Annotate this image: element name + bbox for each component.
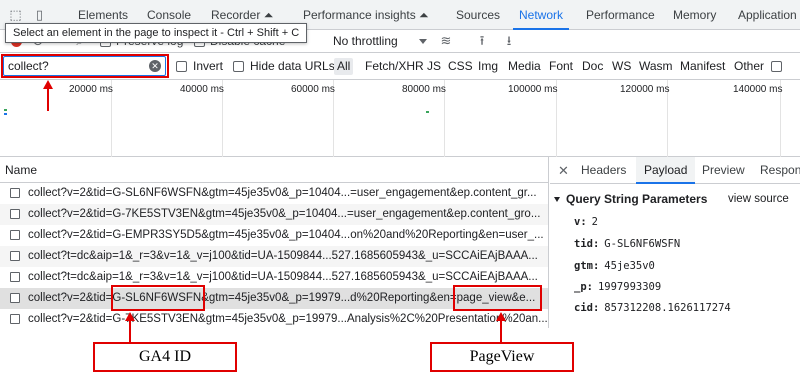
tab-sources[interactable]: Sources: [456, 0, 500, 30]
tab-performance[interactable]: Performance: [586, 0, 655, 30]
hide-data-urls-checkbox[interactable]: [233, 61, 244, 72]
tab-preview[interactable]: Preview: [702, 157, 745, 184]
network-overview-timeline[interactable]: 20000 ms 40000 ms 60000 ms 80000 ms 1000…: [0, 80, 800, 157]
arrow-up-icon: [43, 80, 53, 89]
tab-performance-insights[interactable]: Performance insights ⏶: [303, 0, 429, 30]
param-value: 45je35v0: [604, 260, 655, 272]
request-row[interactable]: collect?v=2&tid=G-7KE5STV3EN&gtm=45je35v…: [0, 204, 548, 225]
param-row: gtm: 45je35v0: [574, 260, 655, 272]
type-filter-all[interactable]: All: [334, 58, 354, 75]
section-title: Query String Parameters: [566, 192, 708, 206]
invert-checkbox[interactable]: [176, 61, 187, 72]
request-name: collect?t=dc&aip=1&_r=3&v=1&_v=j100&tid=…: [28, 250, 538, 262]
timeline-request-mark: [4, 113, 7, 115]
inspect-tooltip: Select an element in the page to inspect…: [5, 23, 308, 43]
tab-headers[interactable]: Headers: [581, 157, 626, 184]
tab-response[interactable]: Respons: [760, 157, 800, 184]
timeline-tick-label: 80000 ms: [402, 84, 446, 95]
blocked-requests-checkbox[interactable]: [771, 61, 782, 72]
throttling-select[interactable]: No throttling: [333, 30, 398, 53]
filter-highlight-box: [1, 54, 169, 78]
tab-memory[interactable]: Memory: [673, 0, 716, 30]
param-key: _p:: [574, 281, 593, 293]
request-name: collect?v=2&tid=G-7KE5STV3EN&gtm=45je35v…: [28, 313, 548, 325]
device-toolbar-icon[interactable]: ▯: [32, 7, 47, 22]
hide-data-urls-label: Hide data URLs: [250, 59, 335, 73]
param-row: _p: 1997993309: [574, 281, 661, 293]
timeline-tick-label: 140000 ms: [733, 84, 783, 95]
type-filter-wasm[interactable]: Wasm: [639, 58, 673, 75]
timeline-tick-label: 120000 ms: [620, 84, 670, 95]
request-row[interactable]: collect?v=2&tid=G-7KE5STV3EN&gtm=45je35v…: [0, 309, 548, 328]
param-row: v: 2: [574, 216, 598, 228]
chevron-down-icon[interactable]: [419, 39, 427, 44]
request-type-icon: [10, 314, 20, 324]
type-filter-doc[interactable]: Doc: [582, 58, 603, 75]
tab-payload[interactable]: Payload: [636, 157, 696, 184]
name-column-header[interactable]: Name: [0, 157, 548, 183]
param-key: cid:: [574, 302, 600, 314]
param-row: tid: G-SL6NF6WSFN: [574, 238, 680, 250]
type-filter-img[interactable]: Img: [478, 58, 498, 75]
request-type-icon: [10, 188, 20, 198]
param-key: gtm:: [574, 260, 600, 272]
type-filter-css[interactable]: CSS: [448, 58, 473, 75]
param-value: 1997993309: [597, 281, 662, 293]
pageview-callout: PageView: [430, 342, 574, 372]
devtools-panel: ⬚ ▯ Elements Console Recorder ⏶ Performa…: [0, 0, 800, 328]
request-name: collect?v=2&tid=G-EMPR3SY5D5&gtm=45je35v…: [28, 229, 544, 241]
query-string-section-header[interactable]: Query String Parameters: [554, 192, 707, 206]
ga4-id-callout: GA4 ID: [93, 342, 237, 372]
pageview-highlight-box: [453, 285, 542, 311]
network-conditions-icon[interactable]: ≋: [438, 33, 454, 49]
timeline-tick-label: 60000 ms: [291, 84, 335, 95]
timeline-request-mark: [426, 111, 429, 113]
param-key: v:: [574, 216, 587, 228]
type-filter-manifest[interactable]: Manifest: [680, 58, 725, 75]
timeline-request-mark: [4, 109, 7, 111]
request-type-icon: [10, 272, 20, 282]
details-tab-bar: ✕ Headers Payload Preview Respons: [550, 157, 800, 184]
timeline-tick-label: 20000 ms: [69, 84, 113, 95]
filter-arrow-line: [47, 88, 49, 111]
timeline-tick-label: 40000 ms: [180, 84, 224, 95]
param-value: 2: [591, 216, 598, 228]
type-filter-fetch-xhr[interactable]: Fetch/XHR: [365, 58, 424, 75]
type-filter-other[interactable]: Other: [734, 58, 764, 75]
request-name: collect?v=2&tid=G-7KE5STV3EN&gtm=45je35v…: [28, 208, 541, 220]
type-filter-media[interactable]: Media: [508, 58, 541, 75]
export-har-icon[interactable]: ⭳: [501, 33, 517, 49]
pageview-arrow-line: [500, 320, 502, 343]
param-value: G-SL6NF6WSFN: [604, 238, 681, 250]
request-row[interactable]: collect?v=2&tid=G-SL6NF6WSFN&gtm=45je35v…: [0, 183, 548, 204]
request-name: collect?t=dc&aip=1&_r=3&v=1&_v=j100&tid=…: [28, 271, 538, 283]
request-type-icon: [10, 293, 20, 303]
request-details-panel: ✕ Headers Payload Preview Respons Query …: [550, 157, 800, 328]
request-type-icon: [10, 230, 20, 240]
tab-network[interactable]: Network: [512, 0, 570, 30]
type-filter-ws[interactable]: WS: [612, 58, 631, 75]
ga4-arrow-line: [129, 320, 131, 343]
arrow-up-icon: [125, 312, 135, 321]
param-key: tid:: [574, 238, 600, 250]
arrow-up-icon: [496, 312, 506, 321]
triangle-down-icon: [554, 197, 560, 203]
type-filter-font[interactable]: Font: [549, 58, 573, 75]
request-name: collect?v=2&tid=G-SL6NF6WSFN&gtm=45je35v…: [28, 187, 537, 199]
request-type-icon: [10, 251, 20, 261]
invert-label: Invert: [193, 59, 224, 73]
param-row: cid: 857312208.1626117274: [574, 302, 731, 314]
view-source-link[interactable]: view source: [728, 193, 789, 205]
request-row[interactable]: collect?v=2&tid=G-EMPR3SY5D5&gtm=45je35v…: [0, 225, 548, 246]
ga4-id-highlight-box: [111, 285, 205, 311]
inspect-element-icon[interactable]: ⬚: [8, 7, 23, 22]
param-value: 857312208.1626117274: [604, 302, 731, 314]
timeline-tick-label: 100000 ms: [508, 84, 558, 95]
request-row[interactable]: collect?t=dc&aip=1&_r=3&v=1&_v=j100&tid=…: [0, 246, 548, 267]
tab-application[interactable]: Application: [738, 0, 797, 30]
type-filter-js[interactable]: JS: [427, 58, 441, 75]
import-har-icon[interactable]: ⭱: [474, 33, 490, 49]
request-type-icon: [10, 209, 20, 219]
close-icon[interactable]: ✕: [558, 157, 569, 184]
